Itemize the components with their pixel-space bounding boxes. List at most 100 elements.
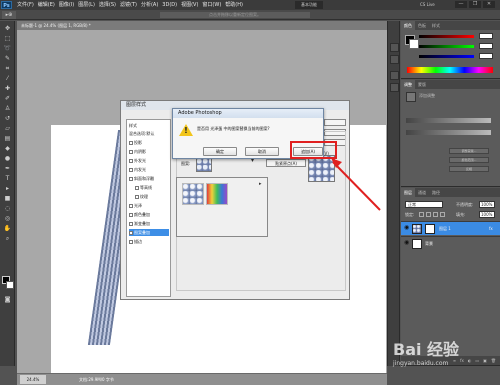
blend-mode-select[interactable]: 正常 [405,201,443,208]
lock-position-icon[interactable] [433,212,438,217]
lock-pixels-icon[interactable] [426,212,431,217]
gradient-tool-icon[interactable]: ▤ [3,135,12,143]
menu-help[interactable]: 帮助(H) [223,0,245,10]
snap-to-origin-button[interactable]: 贴紧原点(A) [266,159,306,167]
menu-select[interactable]: 选择(S) [97,0,118,10]
invert-button[interactable]: 反相 [449,166,489,172]
green-value-field[interactable] [479,43,493,49]
layer-mask-thumbnail[interactable] [425,224,435,234]
workspace-essentials-button[interactable]: 基本功能 [295,1,323,9]
healing-tool-icon[interactable]: ✚ [3,85,12,93]
tab-adjustments[interactable]: 调整 [401,80,415,89]
checkbox[interactable] [129,167,133,172]
layer-effects-badge[interactable]: fx [489,225,493,232]
dodge-tool-icon[interactable]: ● [3,155,12,163]
green-slider[interactable] [419,45,474,48]
adjustment-thumbnail[interactable] [406,92,416,102]
tab-channels[interactable]: 通道 [415,188,429,197]
document-tab[interactable]: 未标题-1 @ 24.4% (图层 1, RGB/8) * [17,21,387,30]
pattern-picker-thumbnail[interactable] [196,158,212,172]
menu-filter[interactable]: 滤镜(T) [118,0,139,10]
lock-transparency-icon[interactable] [419,212,424,217]
red-slider[interactable] [419,35,474,38]
effects-list-blending-options[interactable]: 混合选项:默认 [129,130,169,137]
dialog-ok-button[interactable] [324,119,346,126]
checkbox[interactable] [129,239,133,244]
effects-list-pattern-overlay[interactable]: 图案叠加 [129,229,169,236]
effects-list-drop-shadow[interactable]: 投影 [129,139,169,146]
background-color-swatch[interactable] [6,281,14,289]
visibility-eye-icon[interactable]: ◉ [404,240,410,246]
checkbox[interactable] [129,158,133,163]
checkbox[interactable] [129,230,133,235]
effects-list-satin[interactable]: 光泽 [129,202,169,209]
pattern-swatch-bubbles[interactable] [182,183,204,205]
minimize-button[interactable]: — [455,1,467,8]
history-panel-icon[interactable] [390,43,399,52]
checkbox[interactable] [129,212,133,217]
menu-file[interactable]: 文件(F) [15,0,36,10]
blur-tool-icon[interactable]: ◆ [3,145,12,153]
checkbox[interactable] [129,176,133,181]
menu-analysis[interactable]: 分析(A) [139,0,160,10]
effects-list-color-overlay[interactable]: 颜色叠加 [129,211,169,218]
tab-layers[interactable]: 图层 [401,188,415,197]
pen-tool-icon[interactable]: ✒ [3,165,12,173]
quick-select-tool-icon[interactable]: ✎ [3,55,12,63]
blue-slider[interactable] [419,55,474,58]
menu-image[interactable]: 图像(I) [57,0,76,10]
history-brush-icon[interactable]: ↺ [3,115,12,123]
cs-live-button[interactable]: CS Live [420,0,435,10]
actions-panel-icon[interactable] [390,55,399,64]
checkbox[interactable] [135,194,139,199]
color-spectrum-bar[interactable] [407,67,493,73]
shape-tool-icon[interactable]: ■ [3,195,12,203]
eraser-tool-icon[interactable]: ▱ [3,125,12,133]
stamp-tool-icon[interactable]: ♙ [3,105,12,113]
mask-edge-button[interactable]: 调整蒙版... [449,148,489,154]
effects-list-styles[interactable]: 样式 [129,122,169,129]
quick-mask-icon[interactable]: ◙ [3,296,12,304]
checkbox[interactable] [135,185,139,190]
close-button[interactable]: ✕ [483,1,495,8]
layer-row-background[interactable]: ◉ 背景 [401,236,500,250]
path-select-icon[interactable]: ▸ [3,185,12,193]
menu-view[interactable]: 视图(V) [179,0,200,10]
effects-list-outer-glow[interactable]: 外发光 [129,157,169,164]
tab-styles[interactable]: 样式 [429,21,443,30]
crop-tool-icon[interactable]: ⌗ [3,65,12,73]
blue-value-field[interactable] [479,53,493,59]
opacity-field[interactable]: 100% [479,201,495,208]
color-range-button[interactable]: 颜色范围... [449,157,489,163]
lasso-tool-icon[interactable]: ➰ [3,45,12,53]
density-slider[interactable] [406,118,491,123]
menu-window[interactable]: 窗口(W) [200,0,223,10]
move-tool-icon[interactable]: ✥ [3,25,12,33]
move-tool-preset[interactable]: ▸⊕ [2,11,16,19]
brush-tool-icon[interactable]: ✐ [3,95,12,103]
menu-edit[interactable]: 编辑(E) [36,0,57,10]
effects-list-contour[interactable]: 等高线 [135,184,169,191]
type-tool-icon[interactable]: T [3,175,12,183]
3d-camera-icon[interactable]: ◎ [3,215,12,223]
visibility-eye-icon[interactable]: ◉ [404,225,410,231]
tab-swatches[interactable]: 色板 [415,21,429,30]
tab-color[interactable]: 颜色 [401,21,415,30]
layer-row-layer1[interactable]: ◉ 图层 1 fx [401,221,500,235]
character-panel-icon[interactable] [390,71,399,80]
effects-list-gradient-overlay[interactable]: 渐变叠加 [129,220,169,227]
restore-button[interactable]: ❐ [469,1,481,8]
effects-list-stroke[interactable]: 描边 [129,238,169,245]
picker-menu-arrow-icon[interactable]: ▸ [259,181,262,187]
menu-3d[interactable]: 3D(D) [160,0,179,10]
effects-list-texture[interactable]: 纹理 [135,193,169,200]
checkbox[interactable] [129,149,133,154]
hand-tool-icon[interactable]: ✋ [3,225,12,233]
marquee-tool-icon[interactable]: ⬚ [3,35,12,43]
checkbox[interactable] [129,221,133,226]
zoom-tool-icon[interactable]: ⌕ [3,235,12,243]
ok-button[interactable]: 确定 [203,147,237,156]
paragraph-panel-icon[interactable] [390,83,399,92]
cancel-button[interactable]: 取消 [245,147,279,156]
eyedropper-tool-icon[interactable]: ⁄ [3,75,12,83]
